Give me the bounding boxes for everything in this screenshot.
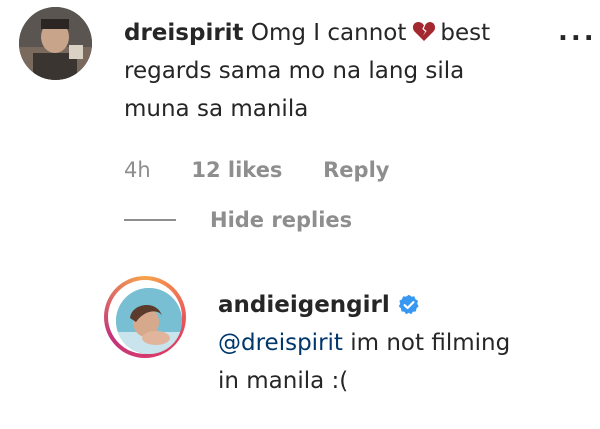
comment-time: 4h <box>124 158 151 182</box>
comment-username[interactable]: dreispirit <box>124 20 244 46</box>
comment-text-start: Omg I cannot <box>250 20 407 46</box>
broken-heart-icon <box>413 22 436 41</box>
more-options-button[interactable]: ... <box>558 19 597 45</box>
hide-replies-label: Hide replies <box>210 208 353 232</box>
reply-text-line2: in manila :( <box>218 368 349 394</box>
reply-text-cont: im not filming <box>342 330 511 356</box>
story-ring-gap <box>108 280 182 354</box>
comment-text-cont: best <box>440 20 491 46</box>
comment-body: dreispirit Omg I cannot best regards sam… <box>124 14 554 128</box>
avatar[interactable] <box>116 288 182 354</box>
reply-button[interactable]: Reply <box>323 158 389 182</box>
story-ring[interactable] <box>104 276 186 358</box>
mention-link[interactable]: @dreispirit <box>218 330 343 356</box>
avatar[interactable] <box>19 7 92 80</box>
hide-replies-button[interactable]: Hide replies <box>124 206 352 234</box>
reply-header: andieigengirl <box>218 286 578 324</box>
reply-username[interactable]: andieigengirl <box>218 286 390 324</box>
reply-text-line1: @dreispirit im not filming <box>218 324 578 362</box>
verified-badge-icon <box>398 294 419 315</box>
divider-line <box>124 219 176 221</box>
comment-text-line3: muna sa manila <box>124 96 309 122</box>
avatar-photo-icon <box>116 288 182 354</box>
comment-likes[interactable]: 12 likes <box>191 158 282 182</box>
comment-meta: 4h 12 likes Reply <box>124 158 423 182</box>
comment-text-line2: regards sama mo na lang sila <box>124 58 465 84</box>
reply-body: andieigengirl @dreispirit im not filming… <box>218 286 578 400</box>
avatar-photo-icon <box>19 7 92 80</box>
